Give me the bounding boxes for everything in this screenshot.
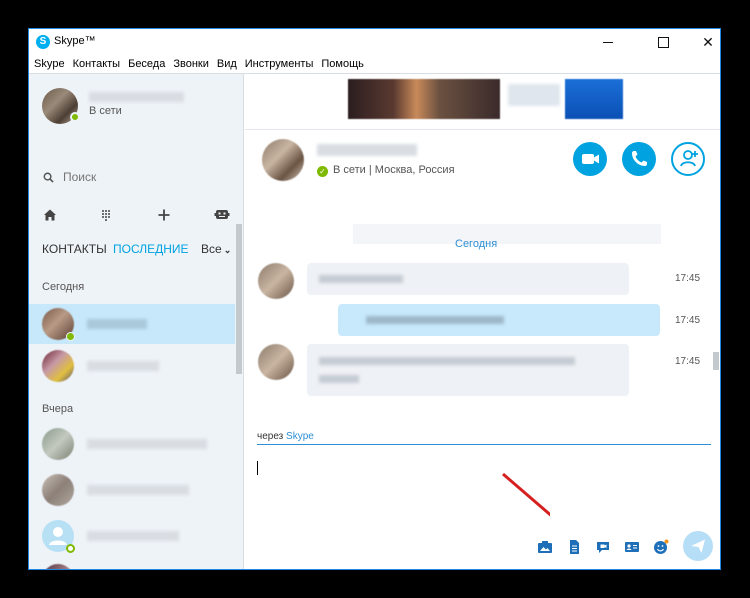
contact-avatar[interactable] — [262, 139, 304, 181]
contact-item[interactable] — [29, 516, 235, 556]
send-icon — [691, 539, 705, 553]
message-time: 17:45 — [675, 273, 701, 284]
message-time: 17:45 — [675, 315, 701, 326]
profile-presence[interactable]: В сети — [89, 105, 122, 117]
contact-name-redacted — [87, 439, 207, 449]
avatar — [42, 350, 74, 382]
contact-item[interactable] — [29, 470, 235, 510]
ad-banner-logo[interactable] — [565, 79, 623, 119]
title-bar: S Skype™ — [29, 29, 720, 55]
ad-banner-text[interactable] — [508, 84, 560, 106]
contact-item[interactable] — [29, 424, 235, 464]
send-contacts-icon[interactable] — [623, 538, 641, 556]
profile-name-redacted[interactable] — [89, 92, 184, 102]
contact-name-redacted — [87, 531, 179, 541]
message-bubble-outgoing[interactable] — [338, 304, 660, 336]
message-avatar — [258, 344, 294, 380]
audio-call-button[interactable] — [622, 142, 656, 176]
skype-logo-icon: S — [36, 35, 50, 49]
header-divider — [245, 129, 720, 130]
skype-window: S Skype™ Skype Контакты Беседа Звонки Ви… — [28, 28, 721, 570]
avatar — [42, 474, 74, 506]
close-button[interactable] — [685, 29, 720, 55]
filter-all-dropdown[interactable]: Все ⌄ — [201, 240, 231, 259]
tab-contacts[interactable]: КОНТАКТЫ — [42, 240, 107, 258]
message-time: 17:45 — [675, 356, 701, 367]
search-icon — [43, 172, 54, 183]
menu-calls[interactable]: Звонки — [173, 55, 209, 73]
status-icon — [66, 544, 75, 553]
message-bubble[interactable] — [307, 344, 629, 396]
avatar — [42, 428, 74, 460]
sidebar: В сети Поиск КОНТАКТЫ ПОСЛЕДНИЕ Все ⌄ Се… — [29, 74, 244, 569]
contact-name-redacted — [87, 485, 189, 495]
section-yesterday: Вчера — [42, 403, 74, 415]
menu-tools[interactable]: Инструменты — [245, 55, 314, 73]
menu-contacts[interactable]: Контакты — [73, 55, 121, 73]
phone-icon — [632, 151, 647, 166]
contact-name-redacted — [317, 144, 417, 156]
menu-bar: Skype Контакты Беседа Звонки Вид Инструм… — [29, 55, 720, 73]
menu-conversation[interactable]: Беседа — [128, 55, 165, 73]
contact-item[interactable] — [29, 346, 235, 386]
video-camera-icon — [582, 154, 599, 164]
sidebar-scrollbar[interactable] — [236, 224, 242, 374]
add-participant-button[interactable] — [671, 142, 705, 176]
video-message-icon[interactable] — [594, 538, 612, 556]
home-icon[interactable] — [41, 206, 59, 224]
online-check-icon: ✓ — [317, 166, 328, 177]
chat-history-strip — [353, 224, 661, 244]
message-text-redacted — [319, 375, 359, 383]
compose-divider — [257, 444, 711, 445]
bot-icon[interactable] — [213, 206, 231, 224]
online-status-icon — [70, 112, 80, 122]
chat-scrollbar[interactable] — [713, 352, 719, 370]
send-file-icon[interactable] — [565, 538, 583, 556]
contact-name-redacted — [87, 361, 159, 371]
avatar — [42, 564, 74, 569]
message-bubble[interactable] — [307, 263, 629, 295]
section-today: Сегодня — [42, 281, 85, 293]
maximize-button[interactable] — [641, 29, 687, 55]
date-separator: Сегодня — [455, 238, 498, 250]
send-button[interactable] — [683, 531, 713, 561]
via-label[interactable]: через Skype — [257, 431, 314, 442]
via-prefix: через — [257, 431, 284, 442]
via-service-link[interactable]: Skype — [286, 431, 314, 442]
filter-all-label: Все — [201, 242, 222, 256]
contact-presence: В сети | Москва, Россия — [333, 164, 455, 176]
contact-name-redacted — [87, 319, 147, 329]
message-avatar — [258, 263, 294, 299]
emoticons-icon[interactable] — [652, 538, 670, 556]
window-title: Skype™ — [54, 35, 96, 47]
online-status-icon — [66, 332, 75, 341]
send-photo-icon[interactable] — [536, 538, 554, 556]
search-input[interactable] — [63, 170, 213, 184]
menu-view[interactable]: Вид — [217, 55, 237, 73]
message-text-redacted — [319, 275, 403, 283]
menu-help[interactable]: Помощь — [321, 55, 364, 73]
menu-skype[interactable]: Skype — [34, 55, 65, 73]
sidebar-tabs: КОНТАКТЫ ПОСЛЕДНИЕ Все ⌄ — [29, 240, 244, 262]
message-text-redacted — [366, 316, 504, 324]
dialpad-icon[interactable] — [97, 206, 115, 224]
annotation-arrow-icon — [502, 472, 550, 517]
message-text-redacted — [319, 357, 575, 365]
add-person-icon — [680, 150, 698, 167]
ad-banner-image[interactable] — [348, 79, 500, 119]
contact-item[interactable] — [29, 560, 235, 569]
minimize-button[interactable] — [585, 29, 631, 55]
chevron-down-icon: ⌄ — [223, 245, 232, 255]
video-call-button[interactable] — [573, 142, 607, 176]
contact-item[interactable] — [29, 304, 235, 344]
add-icon[interactable] — [155, 206, 173, 224]
tab-recent[interactable]: ПОСЛЕДНИЕ — [113, 240, 189, 258]
sidebar-nav — [29, 206, 244, 224]
